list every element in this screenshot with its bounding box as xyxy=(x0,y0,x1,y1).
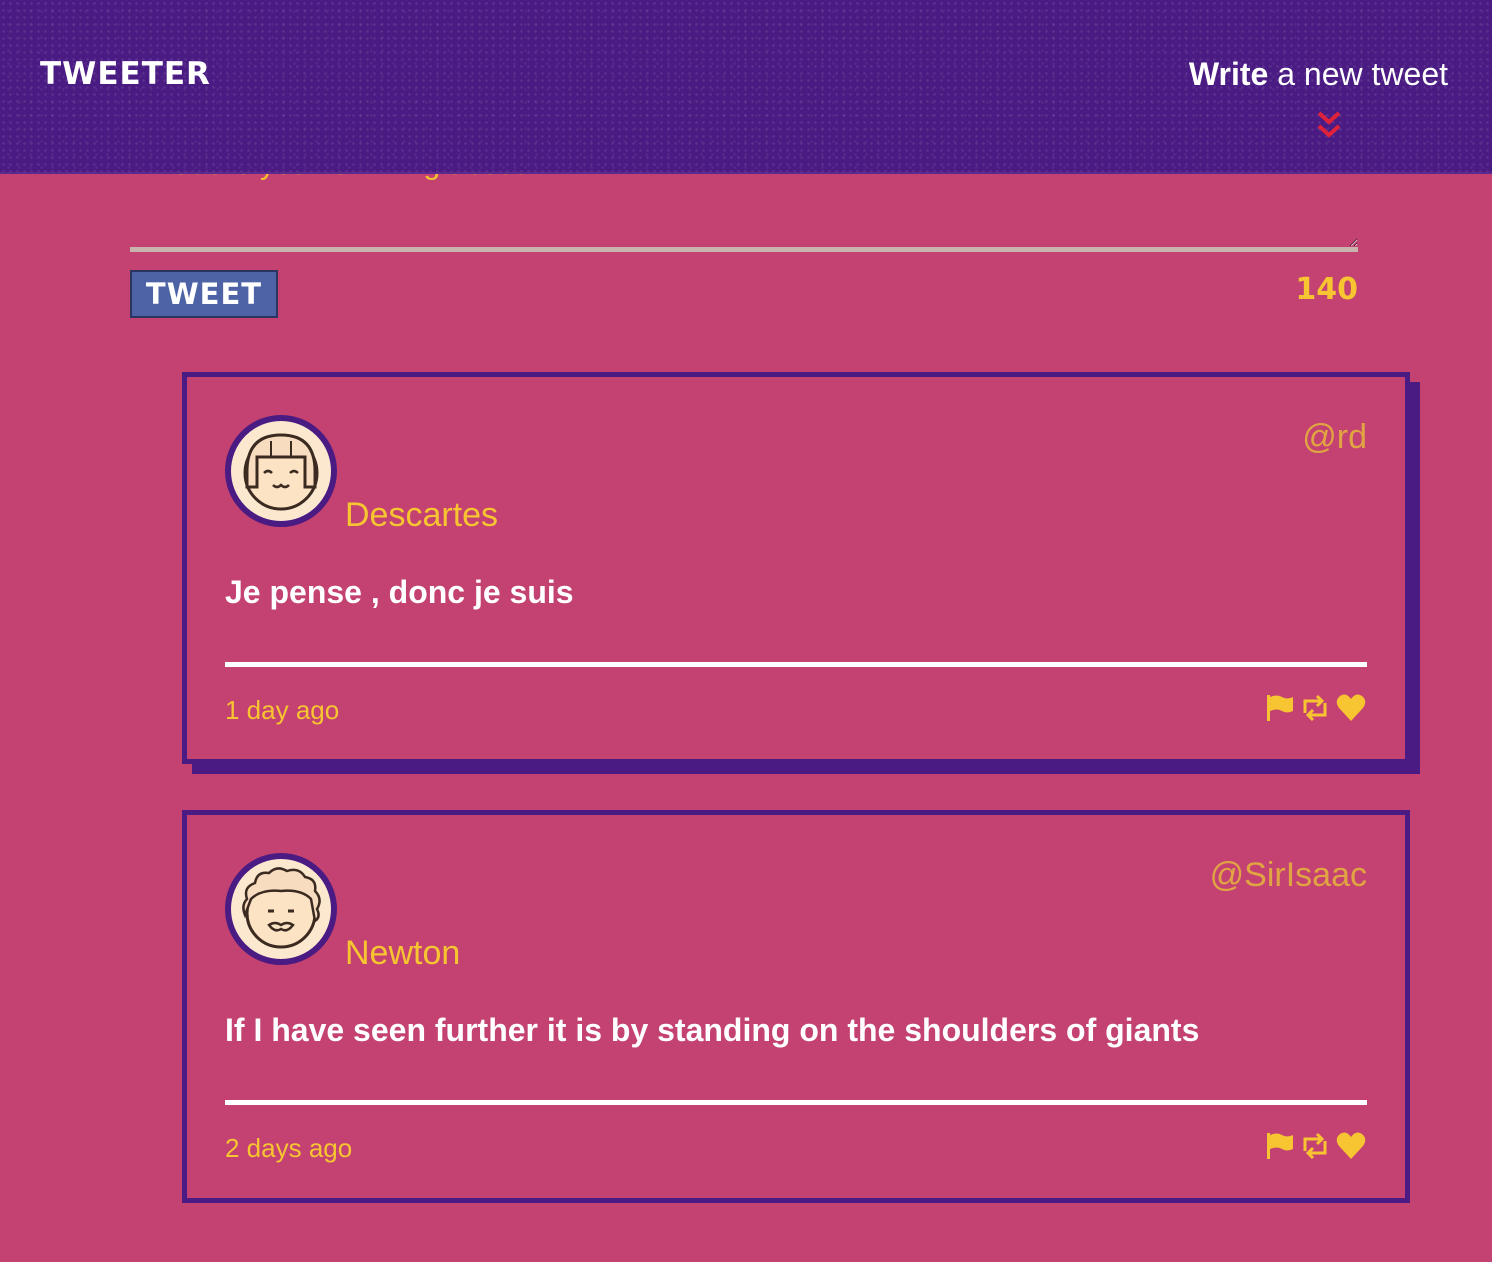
tweet-card[interactable]: Descartes @rd Je pense , donc je suis 1 … xyxy=(182,372,1410,764)
app-logo[interactable]: TWEETER xyxy=(40,54,211,94)
tweet-submit-button[interactable]: TWEET xyxy=(130,270,278,318)
compose-toggle-text: a new tweet xyxy=(1268,56,1448,92)
tweet-divider xyxy=(225,1100,1367,1105)
tweet-card[interactable]: Newton @SirIsaac If I have seen further … xyxy=(182,810,1410,1203)
avatar-curly-hair-icon xyxy=(242,867,321,949)
heart-icon[interactable] xyxy=(1335,693,1367,723)
flag-icon[interactable] xyxy=(1263,693,1295,723)
user-display-name: Newton xyxy=(345,934,461,972)
tweet-divider xyxy=(225,662,1367,667)
compose-toggle-bold: Write xyxy=(1188,56,1269,92)
avatar xyxy=(225,853,337,965)
flag-icon[interactable] xyxy=(1263,1131,1295,1161)
tweet-body: Je pense , donc je suis xyxy=(225,574,574,610)
tweet-actions xyxy=(1263,693,1367,723)
tweet-timestamp: 1 day ago xyxy=(225,695,340,725)
avatar xyxy=(225,415,337,527)
user-handle: @SirIsaac xyxy=(1209,856,1367,894)
double-chevron-down-icon[interactable] xyxy=(1316,110,1342,142)
retweet-icon[interactable] xyxy=(1299,1131,1331,1161)
user-handle: @rd xyxy=(1302,418,1367,456)
heart-icon[interactable] xyxy=(1335,1131,1367,1161)
navbar: TWEETER Write a new tweet xyxy=(0,0,1492,174)
retweet-icon[interactable] xyxy=(1299,693,1331,723)
tweet-body: If I have seen further it is by standing… xyxy=(225,1012,1200,1048)
character-counter: 140 xyxy=(1295,272,1358,307)
avatar-girl-icon xyxy=(243,433,319,511)
user-display-name: Descartes xyxy=(345,496,499,534)
tweet-actions xyxy=(1263,1131,1367,1161)
write-new-tweet-toggle[interactable]: Write a new tweet xyxy=(1189,54,1448,94)
tweet-timestamp: 2 days ago xyxy=(225,1133,353,1163)
